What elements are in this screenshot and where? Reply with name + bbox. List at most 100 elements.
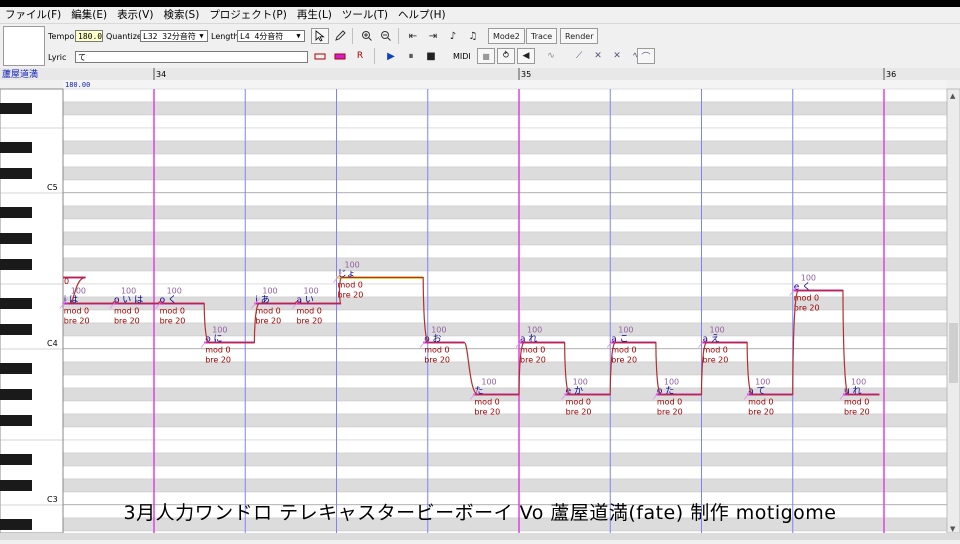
black-key — [0, 142, 32, 153]
midi-volume-button[interactable]: ◀ — [517, 48, 535, 64]
lyric-input[interactable]: て — [75, 51, 308, 63]
grid-row — [62, 322, 948, 337]
vel-partial: 0 — [64, 277, 69, 286]
note-bre: bre 20 — [748, 408, 774, 417]
rest-icon: R — [356, 51, 364, 61]
scroll-up-icon[interactable]: ▲ — [950, 92, 956, 100]
tempo-marker: 180.00 — [65, 81, 90, 89]
pitch-tool-3-button[interactable]: ✕ — [608, 48, 626, 64]
midi-stop-button[interactable]: ■ — [477, 48, 495, 64]
grid-row — [62, 257, 948, 272]
quantize-value: L32 32分音符 — [143, 32, 196, 41]
menu-file[interactable]: ファイル(F) — [0, 7, 66, 23]
rest-button[interactable]: R — [351, 48, 369, 64]
zoom-out-button[interactable] — [377, 28, 395, 44]
note-tool-button[interactable] — [311, 48, 329, 64]
skip-end-icon: ⇥ — [428, 30, 438, 42]
note-velocity: 100 — [527, 326, 542, 335]
quantize-select[interactable]: L32 32分音符 ▼ — [140, 30, 208, 42]
menu-bar: ファイル(F) 編集(E) 表示(V) 検索(S) プロジェクト(P) 再生(L… — [0, 7, 960, 24]
menu-play[interactable]: 再生(L) — [292, 7, 337, 23]
pause-button[interactable]: ⏸ — [402, 48, 420, 64]
note-velocity: 100 — [345, 261, 360, 270]
note-velocity: 100 — [303, 287, 318, 296]
prev-note-button[interactable]: ♪ — [444, 28, 462, 44]
note-velocity: 100 — [121, 287, 136, 296]
note-mod: mod 0 — [474, 398, 499, 407]
scroll-down-icon[interactable]: ▼ — [950, 525, 956, 533]
grid-row — [62, 218, 948, 233]
menu-view[interactable]: 表示(V) — [112, 7, 158, 23]
menu-search[interactable]: 検索(S) — [158, 7, 204, 23]
grid-row — [62, 205, 948, 220]
note-velocity: 100 — [710, 326, 725, 335]
black-key — [0, 168, 32, 179]
pointer-tool-button[interactable] — [311, 28, 329, 44]
octave-label: C4 — [47, 339, 58, 348]
menu-edit[interactable]: 編集(E) — [66, 7, 112, 23]
play-icon: ▶ — [387, 50, 395, 62]
measure-label: 36 — [886, 70, 896, 79]
scrollbar-thumb[interactable] — [949, 323, 958, 383]
midi-loop-button[interactable]: ⥁ — [497, 48, 515, 64]
note-bre: bre 20 — [657, 408, 683, 417]
envelope-button[interactable]: ∿ — [542, 48, 560, 64]
trace-button[interactable]: Trace — [526, 28, 558, 44]
mode2-button[interactable]: Mode2 — [488, 28, 525, 44]
stop-icon: ■ — [426, 50, 436, 62]
window-top-edge — [0, 0, 960, 7]
stop-button[interactable]: ■ — [422, 48, 440, 64]
black-key — [0, 324, 32, 335]
black-key — [0, 415, 32, 426]
play-button[interactable]: ▶ — [382, 48, 400, 64]
pitch-tool-5-button[interactable]: ⌒ — [637, 48, 655, 64]
caption-text: 3月人力ワンドロ テレキャスタービーボーイ Vo 蘆屋道満(fate) 制作 m… — [123, 502, 837, 524]
grid-row — [62, 179, 948, 194]
piano-roll-area: 蘆屋道満 180.00 34 35 36 C5 C4 C3 ▲ ▼ 0 100 i は mod 0 bre … — [0, 68, 960, 544]
toolbar: Tempo 180.0 Quantize L32 32分音符 ▼ Length … — [0, 24, 960, 68]
note-bre: bre 20 — [424, 356, 450, 365]
grid-row — [62, 413, 948, 428]
length-select[interactable]: L4 4分音符 ▼ — [237, 30, 305, 42]
ruler-bar — [0, 68, 960, 80]
pitch-tool-1-button[interactable]: ⟋ — [570, 48, 588, 64]
grid-row — [62, 244, 948, 259]
cursor-arrow-icon — [315, 30, 325, 42]
horizontal-scrollbar[interactable] — [0, 533, 960, 540]
pitch-cross-icon: ✕ — [594, 51, 602, 61]
grid-row — [62, 335, 948, 350]
zoom-in-button[interactable] — [358, 28, 376, 44]
preview-box — [3, 26, 45, 66]
note-velocity: 100 — [851, 378, 866, 387]
pitch-tool-2-button[interactable]: ✕ — [589, 48, 607, 64]
note-mod: mod 0 — [703, 346, 728, 355]
piano-roll-svg: 蘆屋道満180.0034 35 36C5C4C3▲▼0100i はmod 0bre … — [0, 68, 960, 544]
note-mod: mod 0 — [255, 307, 280, 316]
tempo-field[interactable]: 180.0 — [75, 30, 103, 42]
black-key — [0, 298, 32, 309]
next-note-button[interactable]: ♫ — [464, 28, 482, 44]
length-label: Length — [211, 32, 239, 41]
note-bre: bre 20 — [566, 408, 592, 417]
note-bre: bre 20 — [160, 317, 186, 326]
menu-help[interactable]: ヘルプ(H) — [393, 7, 451, 23]
black-key — [0, 454, 32, 465]
grid-row — [62, 88, 948, 103]
note-bre: bre 20 — [296, 317, 322, 326]
vertical-scrollbar[interactable] — [946, 88, 960, 534]
note-bre: bre 20 — [844, 408, 870, 417]
grid-row — [62, 465, 948, 480]
go-end-button[interactable]: ⇥ — [424, 28, 442, 44]
note-mod: mod 0 — [205, 346, 230, 355]
go-start-button[interactable]: ⇤ — [404, 28, 422, 44]
grid-row — [62, 192, 948, 207]
menu-project[interactable]: プロジェクト(P) — [204, 7, 292, 23]
note-mod: mod 0 — [520, 346, 545, 355]
length-value: L4 4分音符 — [240, 32, 284, 41]
note-fill-button[interactable] — [331, 48, 349, 64]
menu-tools[interactable]: ツール(T) — [337, 7, 393, 23]
pencil-tool-button[interactable] — [331, 28, 349, 44]
grid-row — [62, 231, 948, 246]
render-button[interactable]: Render — [560, 28, 599, 44]
grid-row — [62, 400, 948, 415]
